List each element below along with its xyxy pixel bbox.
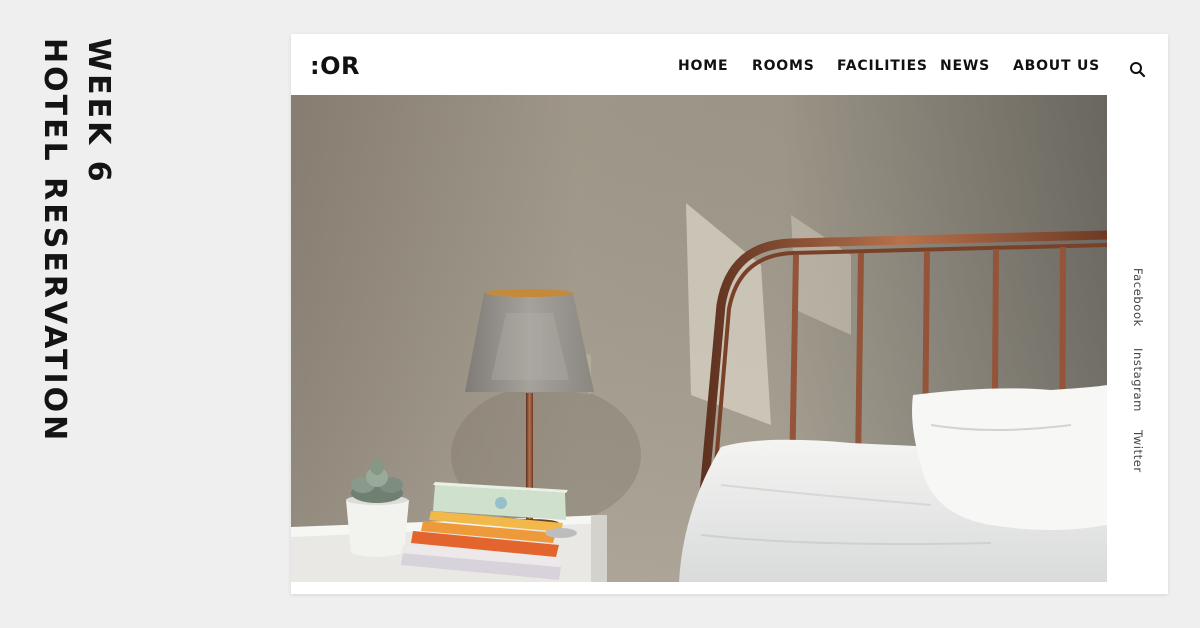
site-logo[interactable]: :OR <box>310 52 360 80</box>
social-instagram[interactable]: Instagram <box>1131 348 1145 412</box>
nav-rooms[interactable]: ROOMS <box>752 58 815 74</box>
nav-about-us[interactable]: ABOUT US <box>1013 58 1100 74</box>
nav-news[interactable]: NEWS <box>940 58 990 74</box>
social-twitter[interactable]: Twitter <box>1131 430 1145 473</box>
hero-image <box>291 95 1107 582</box>
side-title-project: HOTEL RESERVATION <box>37 38 72 444</box>
side-title: WEEK 6 HOTEL RESERVATION <box>36 38 116 443</box>
social-facebook[interactable]: Facebook <box>1131 268 1145 327</box>
nav-facilities[interactable]: FACILITIES <box>837 58 928 74</box>
search-icon[interactable] <box>1128 60 1148 80</box>
website-mockup: :OR HOME ROOMS FACILITIES NEWS ABOUT US <box>291 34 1168 594</box>
nav-home[interactable]: HOME <box>678 58 728 74</box>
side-title-week: WEEK 6 <box>81 38 116 185</box>
